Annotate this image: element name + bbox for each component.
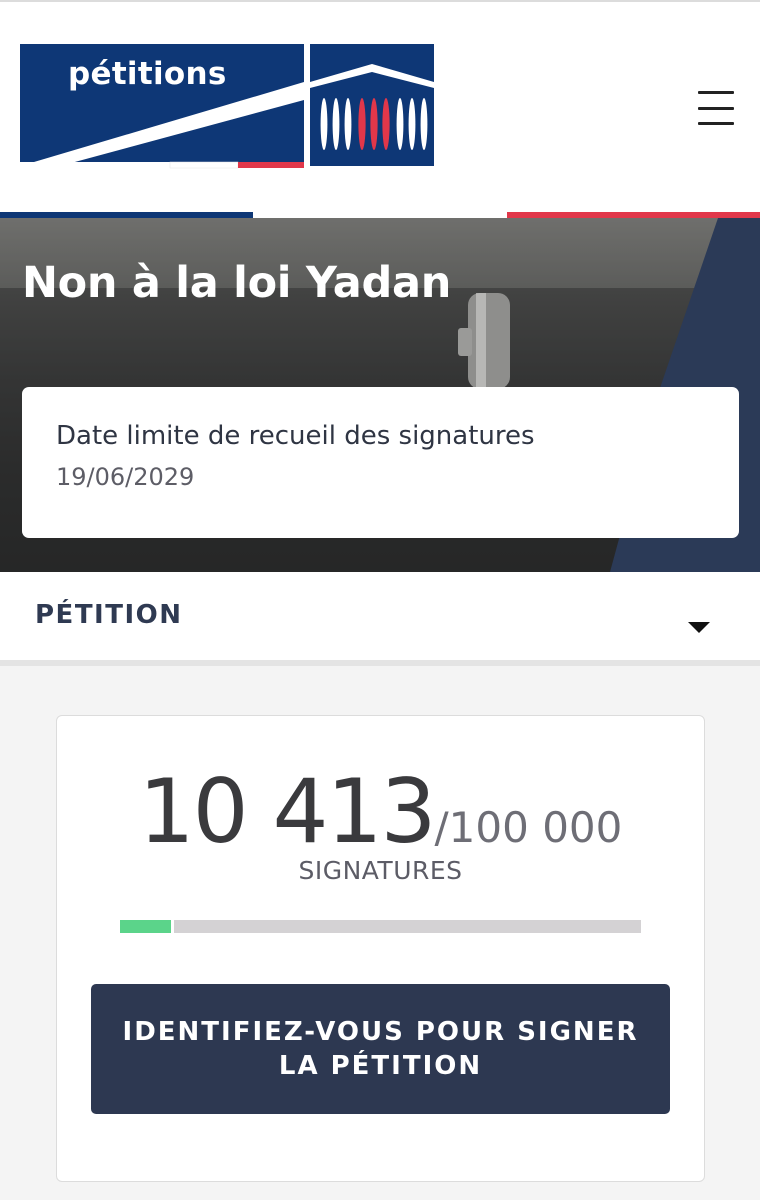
menu-line bbox=[698, 106, 734, 110]
deadline-label: Date limite de recueil des signatures bbox=[56, 421, 535, 451]
progress-fill bbox=[120, 920, 175, 933]
petition-section-toggle[interactable]: PÉTITION bbox=[0, 572, 760, 666]
sign-petition-button[interactable]: IDENTIFIEZ-VOUS POUR SIGNER LA PÉTITION bbox=[91, 984, 670, 1114]
petition-hero: Non à la loi Yadan Date limite de recuei… bbox=[0, 218, 760, 572]
petition-title: Non à la loi Yadan bbox=[22, 258, 452, 308]
menu-line bbox=[698, 122, 734, 125]
signature-progress-bar bbox=[120, 920, 641, 933]
page: pétitions Non à la loi Yadan Date limite… bbox=[0, 0, 760, 1200]
logo-text: pétitions bbox=[68, 56, 227, 92]
sign-petition-label: IDENTIFIEZ-VOUS POUR SIGNER LA PÉTITION bbox=[122, 1017, 639, 1081]
deadline-card: Date limite de recueil des signatures 19… bbox=[22, 387, 739, 538]
caret-down-icon[interactable] bbox=[688, 622, 710, 633]
petitions-logo[interactable]: pétitions bbox=[20, 42, 434, 170]
signature-card: 10 413/100 000 SIGNATURES IDENTIFIEZ-VOU… bbox=[56, 715, 705, 1182]
signature-unit-label: SIGNATURES bbox=[298, 856, 463, 885]
signature-counter: 10 413/100 000 bbox=[57, 760, 704, 863]
menu-line bbox=[698, 91, 734, 94]
section-title: PÉTITION bbox=[35, 600, 183, 630]
deadline-date: 19/06/2029 bbox=[56, 463, 195, 491]
signature-goal: /100 000 bbox=[434, 803, 623, 852]
hamburger-menu-icon[interactable] bbox=[694, 88, 738, 128]
signature-current-count: 10 413 bbox=[138, 760, 437, 863]
site-header: pétitions bbox=[0, 0, 760, 212]
